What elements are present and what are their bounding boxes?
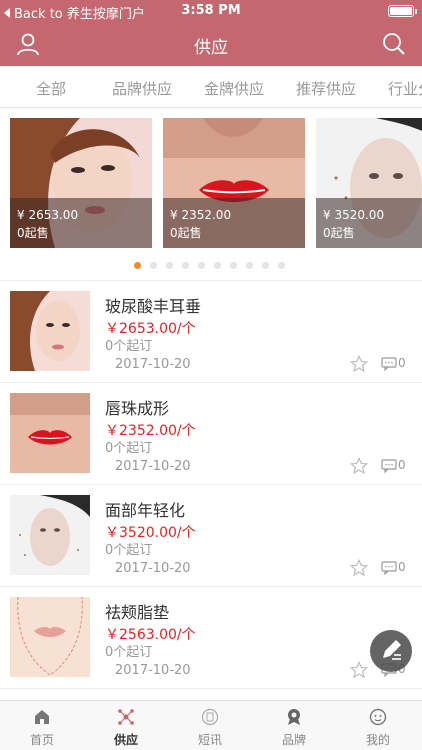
product-thumbnail — [10, 393, 90, 473]
carousel-card-info: ¥ 2653.00 0起售 — [10, 198, 152, 248]
list-item[interactable]: 唇珠成形 ￥2352.00/个 0个起订 2017-10-20 0 — [0, 382, 422, 484]
home-icon — [35, 710, 49, 724]
carousel-dot[interactable] — [246, 262, 253, 269]
tab-all[interactable]: 全部 — [36, 78, 66, 99]
profile-icon — [369, 708, 387, 726]
product-thumbnail — [10, 597, 90, 677]
carousel-card-info: ¥ 2352.00 0起售 — [163, 198, 305, 248]
carousel-card-moq: 0起售 — [323, 226, 355, 240]
comment-count: 0 — [398, 560, 406, 574]
tabbar-news-label: 短讯 — [197, 733, 222, 747]
tab-industry[interactable]: 行业分 — [388, 78, 422, 99]
product-date: 2017-10-20 — [115, 663, 191, 678]
tabbar-brand[interactable]: 品牌 — [252, 701, 336, 750]
tabbar-profile-label: 我的 — [365, 733, 390, 747]
nav-bar: 供应 — [0, 22, 422, 66]
pen-icon — [383, 640, 401, 660]
battery-icon — [388, 5, 417, 17]
star-icon[interactable] — [350, 559, 368, 577]
carousel-pagination[interactable] — [0, 262, 422, 270]
carousel-card-price: ¥ 3520.00 — [323, 208, 385, 222]
product-list: 玻尿酸丰耳垂 ￥2653.00/个 0个起订 2017-10-20 0 唇珠成形… — [0, 280, 422, 700]
tab-recommended-supply[interactable]: 推荐供应 — [296, 78, 356, 99]
star-icon[interactable] — [350, 457, 368, 475]
carousel-dot[interactable] — [230, 262, 237, 269]
carousel-dot[interactable] — [262, 262, 269, 269]
carousel-card-info: ¥ 3520.00 0起售 — [316, 198, 422, 248]
status-bar: Back to 养生按摩门户 3:58 PM — [0, 0, 422, 22]
carousel-dot[interactable] — [166, 262, 173, 269]
carousel-card-price: ¥ 2653.00 — [17, 208, 79, 222]
bottom-tab-bar: 首页 供应 短讯 品牌 我的 — [0, 700, 422, 750]
brand-icon — [288, 709, 300, 725]
carousel-card-moq: 0起售 — [17, 226, 49, 240]
carousel-dot[interactable] — [182, 262, 189, 269]
status-time: 3:58 PM — [181, 3, 241, 18]
list-item[interactable]: 面部年轻化 ￥3520.00/个 0个起订 2017-10-20 0 — [0, 484, 422, 586]
compose-button[interactable] — [370, 630, 412, 672]
supply-icon — [118, 709, 134, 725]
product-carousel[interactable]: ¥ 2653.00 0起售 ¥ 2352.00 0起售 ¥ 3520.00 0起… — [0, 108, 422, 280]
carousel-dot-active[interactable] — [134, 262, 141, 269]
comment-icon[interactable] — [381, 459, 397, 473]
news-icon — [201, 708, 219, 726]
carousel-dot[interactable] — [278, 262, 285, 269]
tabbar-supply[interactable]: 供应 — [84, 701, 168, 750]
comment-count: 0 — [398, 458, 406, 472]
product-moq: 0个起订 — [105, 339, 153, 354]
carousel-card-price: ¥ 2352.00 — [170, 208, 232, 222]
product-moq: 0个起订 — [105, 645, 153, 660]
product-name: 祛颊脂垫 — [105, 603, 170, 622]
product-name: 唇珠成形 — [105, 399, 170, 418]
carousel-card-moq: 0起售 — [170, 226, 202, 240]
comment-icon[interactable] — [381, 357, 397, 371]
tab-gold-supply[interactable]: 金牌供应 — [204, 78, 264, 99]
tabbar-news[interactable]: 短讯 — [168, 701, 252, 750]
product-date: 2017-10-20 — [115, 357, 191, 372]
product-date: 2017-10-20 — [115, 561, 191, 576]
product-moq: 0个起订 — [105, 441, 153, 456]
list-item[interactable]: 玻尿酸丰耳垂 ￥2653.00/个 0个起订 2017-10-20 0 — [0, 280, 422, 382]
product-name: 面部年轻化 — [105, 501, 186, 520]
comment-icon[interactable] — [381, 561, 397, 575]
carousel-card[interactable]: ¥ 2653.00 0起售 — [10, 118, 152, 248]
search-icon[interactable] — [380, 30, 408, 58]
product-thumbnail — [10, 291, 90, 371]
star-icon[interactable] — [350, 661, 368, 679]
product-date: 2017-10-20 — [115, 459, 191, 474]
carousel-dot[interactable] — [150, 262, 157, 269]
tabbar-supply-label: 供应 — [113, 733, 138, 747]
carousel-card[interactable]: ¥ 2352.00 0起售 — [163, 118, 305, 248]
category-tabs: 全部 品牌供应 金牌供应 推荐供应 行业分 — [0, 66, 422, 108]
product-thumbnail — [10, 495, 90, 575]
product-moq: 0个起订 — [105, 543, 153, 558]
product-name: 玻尿酸丰耳垂 — [105, 297, 202, 316]
star-icon[interactable] — [350, 355, 368, 373]
carousel-dot[interactable] — [214, 262, 221, 269]
list-item[interactable]: 祛颊脂垫 ￥2563.00/个 0个起订 2017-10-20 0 — [0, 586, 422, 688]
tabbar-brand-label: 品牌 — [281, 733, 306, 747]
tab-brand-supply[interactable]: 品牌供应 — [112, 78, 172, 99]
tabbar-home-label: 首页 — [29, 733, 54, 747]
list-item[interactable] — [0, 688, 422, 700]
page-title: 供应 — [194, 38, 228, 58]
carousel-dot[interactable] — [198, 262, 205, 269]
carousel-card[interactable]: ¥ 3520.00 0起售 — [316, 118, 422, 248]
tabbar-profile[interactable]: 我的 — [336, 701, 420, 750]
tabbar-home[interactable]: 首页 — [0, 701, 84, 750]
comment-count: 0 — [398, 356, 406, 370]
